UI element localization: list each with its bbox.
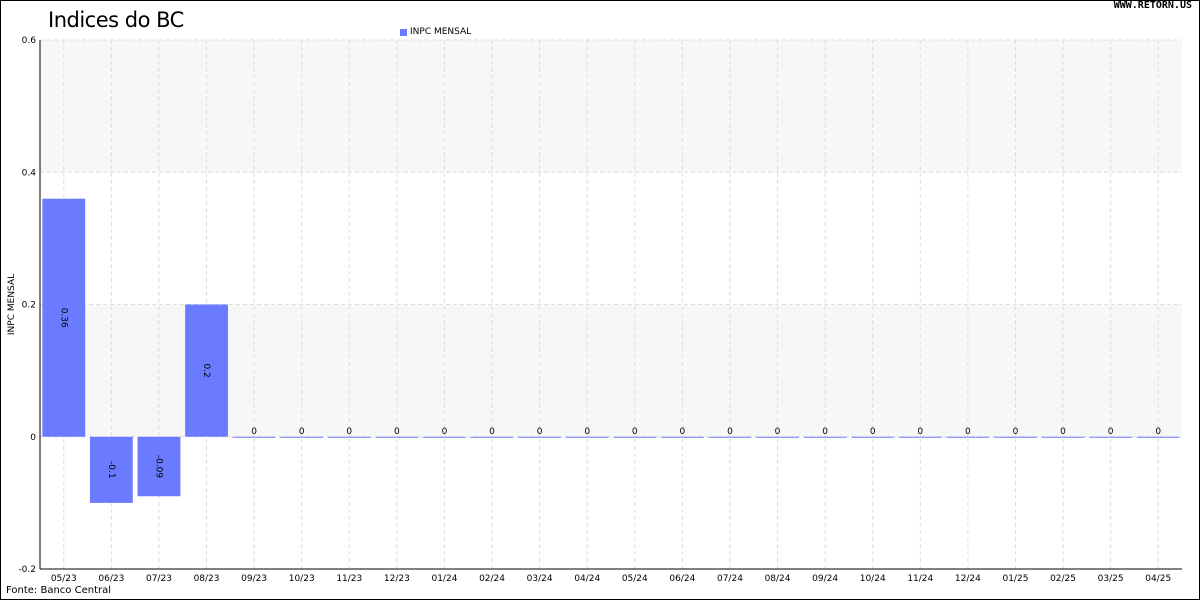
bar [327,436,371,438]
bar [470,436,514,438]
data-label: 0 [346,427,352,437]
y-tick-label: -0.2 [18,565,36,575]
data-label: 0.36 [58,308,68,328]
x-tick-label: 10/23 [289,574,315,584]
x-tick-label: 02/25 [1050,574,1076,584]
x-tick-label: 02/24 [479,574,505,584]
y-axis-label: INPC MENSAL [7,274,17,335]
data-label: 0.2 [201,363,211,377]
x-tick-label: 05/23 [51,574,77,584]
data-label: 0 [584,427,590,437]
x-tick-label: 05/24 [622,574,648,584]
data-label: 0 [680,427,686,437]
plot-band [40,436,1182,569]
data-label: 0 [1108,427,1114,437]
data-label: 0 [917,427,923,437]
bar [708,436,752,438]
x-tick-label: 04/24 [574,574,600,584]
x-tick-label: 11/24 [907,574,933,584]
x-tick-label: 08/23 [194,574,220,584]
x-tick-label: 01/25 [1002,574,1028,584]
data-label: 0 [1155,427,1161,437]
x-tick-label: 06/24 [669,574,695,584]
bar [280,436,324,438]
data-label: 0 [251,427,257,437]
bar [1136,436,1180,438]
data-label: 0 [1013,427,1019,437]
y-tick-label: 0 [30,433,36,443]
x-tick-label: 07/23 [146,574,172,584]
plot-band [40,40,1182,173]
bar [803,436,847,438]
data-label: 0 [965,427,971,437]
source-note: Fonte: Banco Central [6,585,112,596]
bar [565,436,609,438]
x-tick-label: 08/24 [765,574,791,584]
y-tick-label: 0.4 [22,168,37,178]
x-tick-label: 10/24 [860,574,886,584]
x-tick-label: 09/23 [241,574,267,584]
data-label: 0 [442,427,448,437]
x-tick-label: 01/24 [431,574,457,584]
x-tick-label: 04/25 [1145,574,1171,584]
plot-band [40,172,1182,305]
bar [851,436,895,438]
data-label: 0 [489,427,495,437]
x-tick-label: 03/25 [1098,574,1124,584]
bar [1041,436,1085,438]
bar [423,436,466,438]
bar [994,436,1037,438]
data-label: 0 [394,427,400,437]
y-tick-label: 0.2 [22,301,36,311]
bar [898,436,942,438]
data-label: 0 [537,427,543,437]
x-tick-label: 11/23 [336,574,362,584]
data-label: 0 [632,427,638,437]
x-tick-label: 12/23 [384,574,410,584]
data-label: -0.09 [153,455,163,479]
data-label: 0 [775,427,781,437]
x-tick-label: 07/24 [717,574,743,584]
data-label: 0 [870,427,876,437]
bar [1089,436,1133,438]
data-label: 0 [822,427,828,437]
data-label: -0.1 [106,461,116,479]
bar [613,436,657,438]
x-tick-label: 06/23 [98,574,124,584]
data-label: 0 [299,427,305,437]
bar [946,436,990,438]
bar [756,436,799,438]
bar [518,436,562,438]
y-tick-label: 0.6 [22,36,37,46]
bar-chart: -0.2 0 0.2 0.4 0.6 05/23 06/23 07/23 08/23 09/23 1… [7,36,1182,584]
x-tick-label: 03/24 [527,574,553,584]
bar [375,436,419,438]
data-label: 0 [1060,427,1066,437]
x-tick-label: 09/24 [812,574,838,584]
data-label: 0 [727,427,733,437]
x-tick-label: 12/24 [955,574,981,584]
bar [660,436,704,438]
bar [232,436,276,438]
